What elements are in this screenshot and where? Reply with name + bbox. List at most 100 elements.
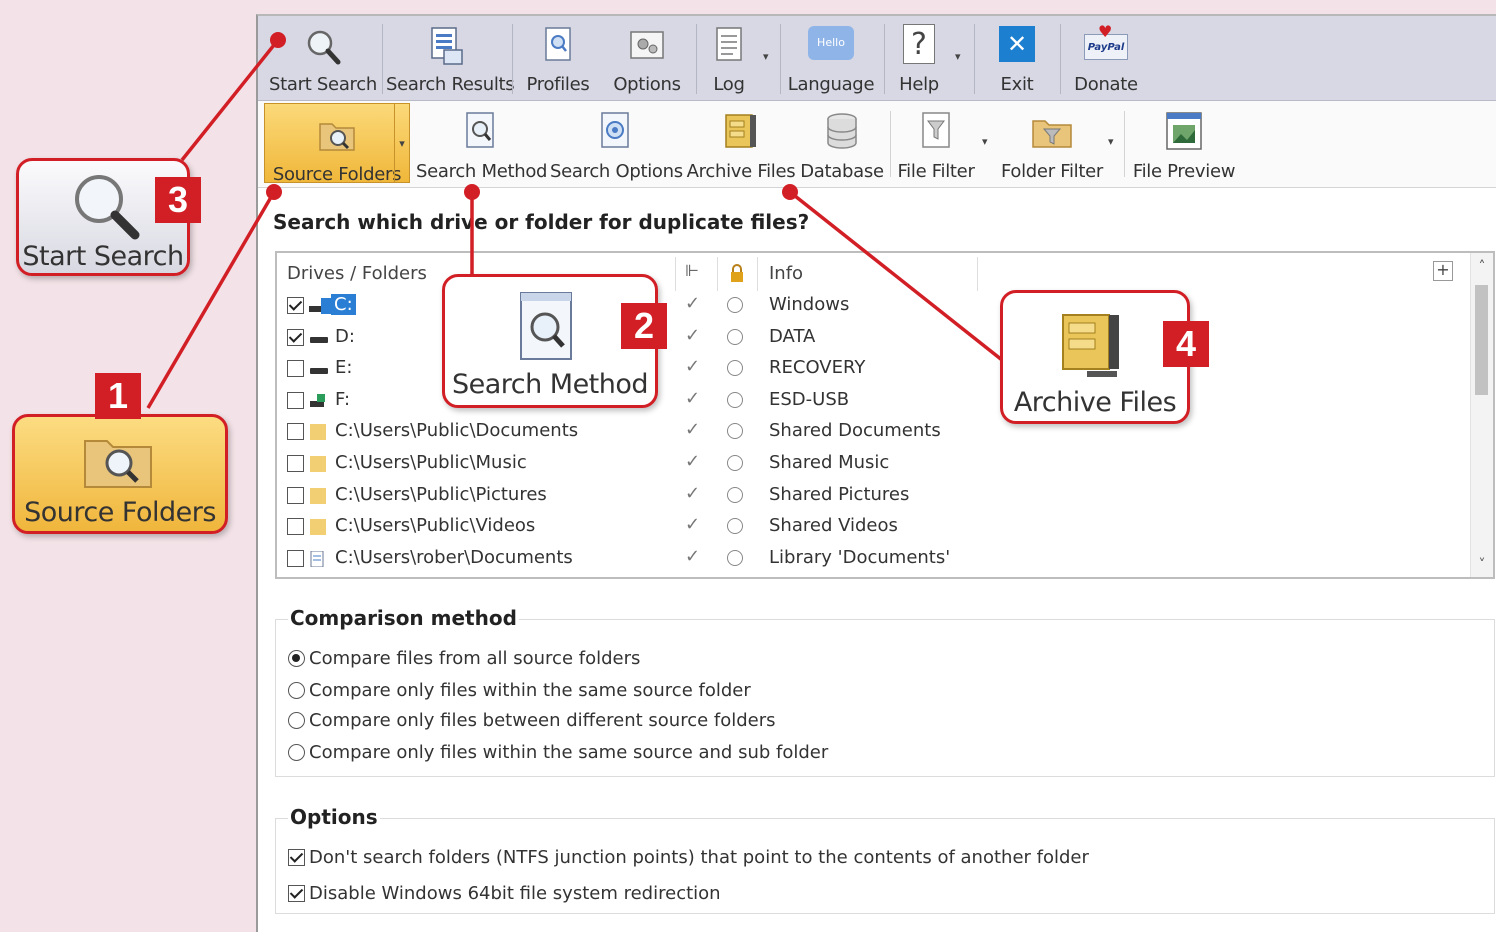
lock-icon[interactable] xyxy=(729,263,745,283)
table-row[interactable]: C:\Users\rober\Documents ✓ Library 'Docume… xyxy=(277,546,1457,576)
exit-button[interactable]: ✕ Exit xyxy=(980,16,1054,100)
folder-icon xyxy=(309,487,331,504)
row-checkbox[interactable] xyxy=(287,391,304,409)
search-method-icon xyxy=(520,292,572,360)
row-path: C:\Users\Public\Documents xyxy=(335,420,579,442)
donate-button[interactable]: PayPal ♥ Donate xyxy=(1062,16,1150,100)
include-subfolders-check-icon[interactable]: ✓ xyxy=(685,546,700,567)
compare-different-source-radio[interactable]: Compare only files between different sou… xyxy=(288,710,776,731)
database-icon xyxy=(827,113,857,149)
folder-search-icon xyxy=(84,440,152,488)
search-method-button[interactable]: Search Method xyxy=(416,101,547,187)
include-subfolders-check-icon[interactable]: ✓ xyxy=(685,388,700,409)
protect-radio[interactable] xyxy=(727,391,743,408)
column-separator xyxy=(675,257,676,291)
ntfs-junction-checkbox[interactable]: Don't search folders (NTFS junction poin… xyxy=(288,847,1089,868)
include-subfolders-check-icon[interactable]: ✓ xyxy=(685,325,700,346)
radio-button[interactable] xyxy=(288,744,305,761)
checkbox[interactable] xyxy=(288,885,305,902)
compare-same-subfolder-radio[interactable]: Compare only files within the same sourc… xyxy=(288,742,828,763)
include-subfolders-check-icon[interactable]: ✓ xyxy=(685,356,700,377)
row-checkbox[interactable] xyxy=(287,423,304,441)
protect-radio[interactable] xyxy=(727,297,743,313)
folder-icon xyxy=(309,424,331,441)
archive-icon xyxy=(725,114,756,148)
search-results-button[interactable]: Search Results xyxy=(386,16,515,100)
folder-filter-dropdown-arrow[interactable]: ▾ xyxy=(1108,135,1114,148)
options-button[interactable]: Options xyxy=(602,16,692,100)
radio-button[interactable] xyxy=(288,712,305,729)
toolbar-separator xyxy=(884,24,885,94)
table-row[interactable]: C:\Users\Public\Music ✓ Shared Music xyxy=(277,451,1457,481)
row-path: E: xyxy=(335,357,353,379)
log-dropdown-arrow[interactable]: ▾ xyxy=(763,50,769,63)
compare-all-radio[interactable]: Compare files from all source folders xyxy=(288,648,640,669)
scroll-up-icon[interactable]: ˄ xyxy=(1471,259,1493,275)
profiles-icon xyxy=(545,27,571,61)
protect-radio[interactable] xyxy=(727,486,743,503)
file-filter-button[interactable]: File Filter xyxy=(894,101,978,187)
protect-radio[interactable] xyxy=(727,423,743,440)
add-folder-icon[interactable]: + xyxy=(1433,261,1453,281)
protect-radio[interactable] xyxy=(727,455,743,471)
radio-button[interactable] xyxy=(288,682,305,699)
row-info: RECOVERY xyxy=(769,357,866,379)
row-info: Shared Documents xyxy=(769,420,941,442)
disable-redirection-checkbox[interactable]: Disable Windows 64bit file system redire… xyxy=(288,883,721,904)
protect-radio[interactable] xyxy=(727,518,743,535)
file-preview-button[interactable]: File Preview xyxy=(1128,101,1240,187)
toolbar-separator xyxy=(1124,111,1125,177)
archive-files-button[interactable]: Archive Files xyxy=(686,101,796,187)
table-row[interactable]: C:\Users\Public\Videos ✓ Shared Videos xyxy=(277,514,1457,544)
column-header-subfolders-icon[interactable]: ⊩ xyxy=(685,261,699,280)
options-group: Options Don't search folders (NTFS junct… xyxy=(275,805,1495,914)
folder-filter-button[interactable]: Folder Filter xyxy=(998,101,1106,187)
include-subfolders-check-icon[interactable]: ✓ xyxy=(685,293,700,314)
row-checkbox[interactable] xyxy=(287,328,304,346)
column-header-drives[interactable]: Drives / Folders xyxy=(287,263,427,284)
help-icon: ? xyxy=(903,24,935,64)
scrollbar-thumb[interactable] xyxy=(1475,285,1488,395)
toolbar-separator xyxy=(1060,24,1061,94)
include-subfolders-check-icon[interactable]: ✓ xyxy=(685,419,700,440)
language-icon: Hello xyxy=(808,26,854,60)
source-folders-button[interactable]: Source Folders ▾ xyxy=(264,103,410,185)
scroll-down-icon[interactable]: ˅ xyxy=(1471,557,1493,573)
row-path: D: xyxy=(335,325,355,347)
help-dropdown-arrow[interactable]: ▾ xyxy=(955,50,961,63)
row-checkbox[interactable] xyxy=(287,486,304,504)
protect-radio[interactable] xyxy=(727,328,743,345)
table-row[interactable]: C:\Users\Public\Documents ✓ Shared Documen… xyxy=(277,419,1457,449)
include-subfolders-check-icon[interactable]: ✓ xyxy=(685,514,700,535)
vertical-scrollbar[interactable]: ˄ ˅ xyxy=(1470,253,1493,577)
callout-badge: 2 xyxy=(621,303,667,349)
radio-button[interactable] xyxy=(288,650,305,667)
sub-toolbar: Source Folders ▾ Search Method Search Op… xyxy=(258,101,1496,188)
help-button[interactable]: ? Help xyxy=(886,16,952,100)
row-info: Shared Music xyxy=(769,452,890,473)
column-header-info[interactable]: Info xyxy=(769,263,803,284)
row-checkbox[interactable] xyxy=(287,297,304,314)
row-checkbox[interactable] xyxy=(287,518,304,536)
file-filter-dropdown-arrow[interactable]: ▾ xyxy=(982,135,988,148)
row-checkbox[interactable] xyxy=(287,360,304,378)
row-checkbox[interactable] xyxy=(287,455,304,472)
search-options-button[interactable]: Search Options xyxy=(550,101,683,187)
row-info: Shared Pictures xyxy=(769,483,910,505)
start-search-button[interactable]: Start Search xyxy=(266,16,380,100)
include-subfolders-check-icon[interactable]: ✓ xyxy=(685,483,700,504)
source-folders-dropdown-arrow[interactable]: ▾ xyxy=(394,104,409,182)
compare-same-source-radio[interactable]: Compare only files within the same sourc… xyxy=(288,680,751,701)
protect-radio[interactable] xyxy=(727,360,743,377)
profiles-button[interactable]: Profiles xyxy=(518,16,598,100)
protect-radio[interactable] xyxy=(727,549,743,566)
include-subfolders-check-icon[interactable]: ✓ xyxy=(685,451,700,472)
main-toolbar: Start Search Search Results Profiles Opt… xyxy=(258,16,1496,101)
database-button[interactable]: Database xyxy=(800,101,884,187)
checkbox[interactable] xyxy=(288,849,305,866)
table-row[interactable]: C:\Users\Public\Pictures ✓ Shared Pictures xyxy=(277,483,1457,513)
drive-icon xyxy=(309,330,331,346)
row-checkbox[interactable] xyxy=(287,549,304,567)
log-button[interactable]: Log xyxy=(698,16,760,100)
language-button[interactable]: Hello Language xyxy=(784,16,878,100)
